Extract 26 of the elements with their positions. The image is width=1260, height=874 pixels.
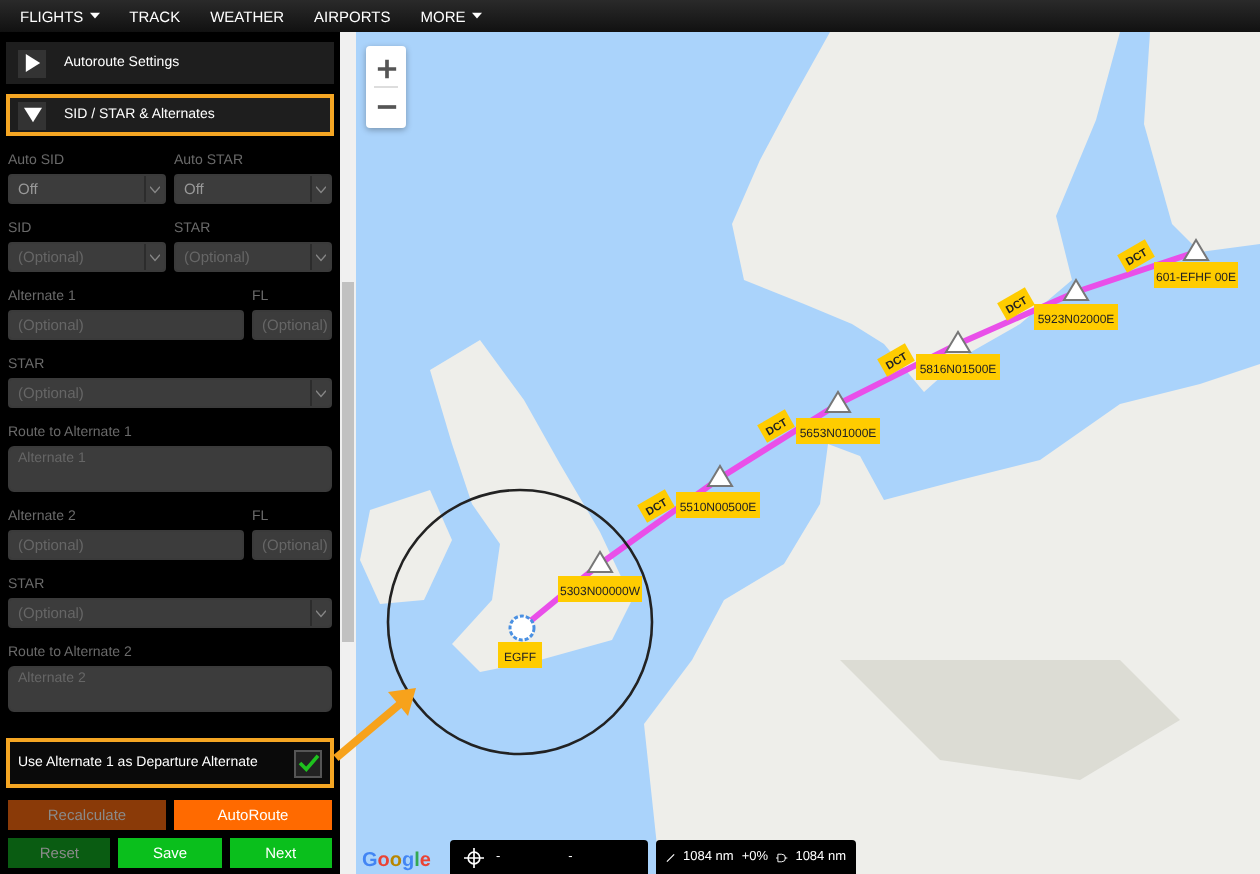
chevron-icon <box>310 176 330 202</box>
triangle-icon <box>18 101 46 129</box>
triangle-icon <box>18 49 46 77</box>
airport-marker[interactable] <box>508 614 536 642</box>
direct-distance-icon <box>776 849 788 865</box>
waypoint-triangle-icon[interactable] <box>944 330 972 353</box>
caret-icon <box>89 12 100 20</box>
chevron-icon <box>310 244 330 270</box>
chevron-icon <box>144 176 164 202</box>
waypoint-triangle-icon[interactable] <box>1182 238 1210 261</box>
waypoint-triangle-icon[interactable] <box>824 390 852 413</box>
chevron-icon <box>310 380 330 406</box>
chevron-icon <box>310 600 330 626</box>
zoom-in-button[interactable] <box>366 50 406 86</box>
chevron-icon <box>144 244 164 270</box>
scrollbar[interactable] <box>340 32 356 874</box>
map-logo[interactable]: Google <box>362 850 431 872</box>
checkbox[interactable] <box>294 749 322 777</box>
plus-icon <box>375 57 397 79</box>
ruler-icon <box>666 849 676 865</box>
caret-icon <box>471 12 482 20</box>
crosshair-icon <box>464 847 484 867</box>
zoom-out-button[interactable] <box>366 88 406 124</box>
waypoint-triangle-icon[interactable] <box>1062 278 1090 301</box>
waypoint-triangle-icon[interactable] <box>706 464 734 487</box>
waypoint-triangle-icon[interactable] <box>586 550 614 573</box>
